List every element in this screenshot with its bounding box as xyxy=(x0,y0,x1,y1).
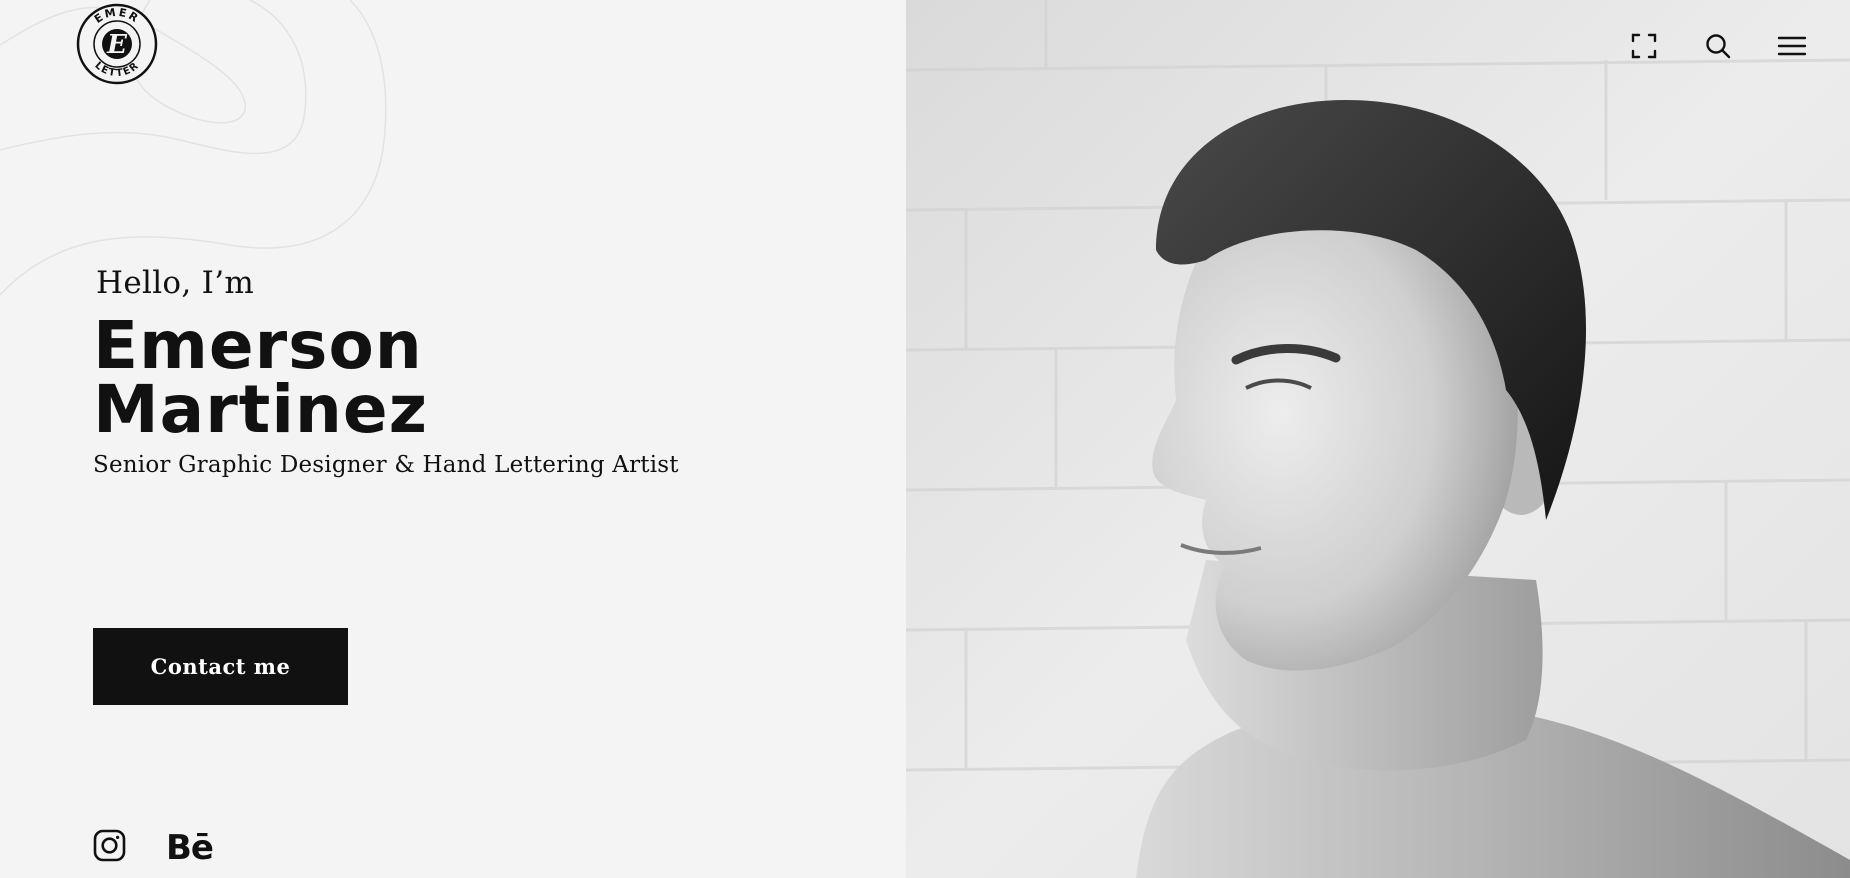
svg-text:E: E xyxy=(106,30,128,60)
page: EMER LETTER E Hello, I’m Emerson Martine… xyxy=(0,0,1850,878)
behance-icon: Bē xyxy=(166,828,214,868)
hamburger-menu-icon xyxy=(1777,36,1807,56)
search-button[interactable] xyxy=(1700,28,1736,64)
search-icon xyxy=(1706,34,1731,59)
portrait-photo xyxy=(906,0,1850,878)
behance-link[interactable]: Bē xyxy=(166,828,214,868)
person-name: Emerson Martinez xyxy=(93,313,679,443)
menu-button[interactable] xyxy=(1774,28,1810,64)
header-actions xyxy=(1626,28,1810,64)
hero-block: Hello, I’m Emerson Martinez Senior Graph… xyxy=(93,262,679,480)
fullscreen-button[interactable] xyxy=(1626,28,1662,64)
social-links: Bē xyxy=(93,828,214,868)
instagram-icon xyxy=(93,829,126,862)
last-name: Martinez xyxy=(93,371,429,448)
fullscreen-icon xyxy=(1631,33,1657,59)
instagram-link[interactable] xyxy=(93,829,126,867)
intro-panel: EMER LETTER E Hello, I’m Emerson Martine… xyxy=(0,0,906,878)
greeting-text: Hello, I’m xyxy=(96,265,255,301)
job-title: Senior Graphic Designer & Hand Lettering… xyxy=(93,452,679,478)
contact-me-button[interactable]: Contact me xyxy=(93,628,348,705)
portrait-panel xyxy=(906,0,1850,878)
emerletter-logo[interactable]: EMER LETTER E xyxy=(76,3,158,85)
